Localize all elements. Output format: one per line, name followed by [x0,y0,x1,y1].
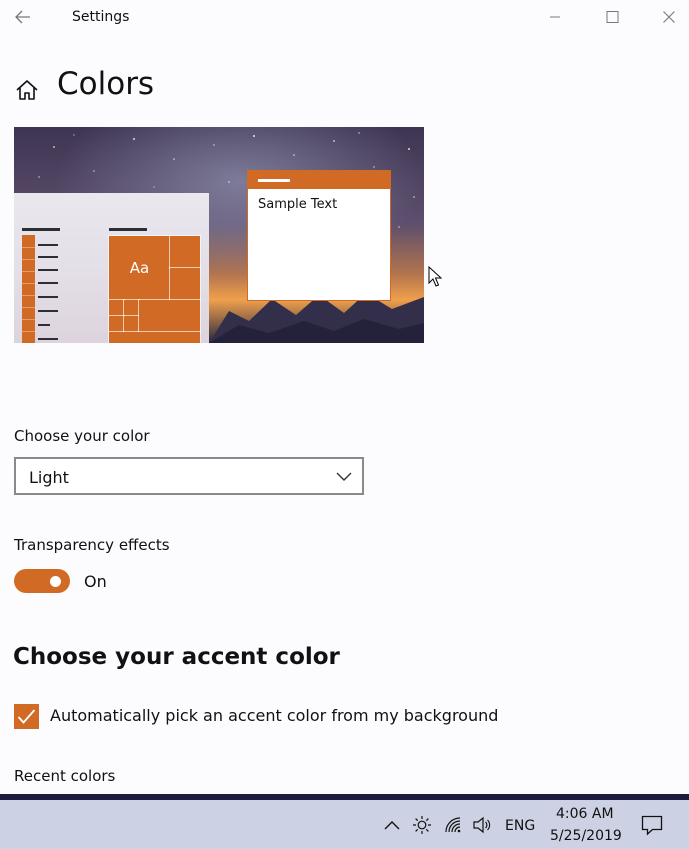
toggle-knob [50,576,61,587]
language-indicator[interactable]: ENG [505,818,535,834]
wifi-icon[interactable] [443,815,463,835]
title-bar: Settings [0,0,689,34]
menu-line [38,338,58,340]
maximize-icon[interactable] [601,6,623,28]
menu-line [22,228,60,231]
menu-line [38,256,58,258]
color-mode-dropdown[interactable]: Light [14,457,364,495]
tile [123,299,140,317]
sample-window-titlebar [248,171,390,189]
transparency-label: Transparency effects [14,536,170,554]
recent-colors-label: Recent colors [14,767,116,785]
notification-icon[interactable] [641,814,663,836]
back-arrow-icon[interactable] [14,8,32,26]
sample-window: Sample Text [247,170,391,301]
taskbar: ENG 4:06 AM 5/25/2019 [0,800,689,849]
tile-aa-label: Aa [129,259,150,277]
transparency-state: On [84,572,107,591]
theme-preview: Aa Sample Text [14,127,424,343]
tile [108,299,125,317]
color-mode-value: Light [29,468,69,487]
menu-line [38,324,50,326]
page-title: Colors [57,66,155,102]
chevron-down-icon [336,472,352,481]
tile [108,315,125,333]
tile [169,267,201,301]
menu-line [38,269,58,271]
clock-date[interactable]: 5/25/2019 [550,828,622,844]
chevron-up-icon[interactable] [382,815,402,835]
menu-line [38,296,58,298]
tile [123,315,140,333]
accent-strip [22,235,35,343]
clock-time[interactable]: 4:06 AM [556,806,614,822]
window-title: Settings [72,9,130,25]
choose-color-label: Choose your color [14,427,150,445]
tile [138,299,201,333]
accent-section-title: Choose your accent color [13,644,340,670]
brightness-icon[interactable] [412,815,432,835]
sample-window-title-line [258,179,290,182]
sample-text: Sample Text [258,197,338,212]
tile-aa: Aa [108,235,171,301]
auto-accent-label[interactable]: Automatically pick an accent color from … [50,706,498,725]
menu-line [38,244,58,246]
volume-icon[interactable] [472,815,492,835]
menu-line [38,310,58,312]
minimize-icon[interactable] [544,6,566,28]
close-icon[interactable] [658,6,680,28]
auto-accent-checkbox[interactable] [14,704,39,729]
start-menu-preview: Aa [14,193,209,343]
menu-line [38,282,58,284]
home-icon[interactable] [14,78,40,102]
menu-line [109,228,147,231]
tile [108,331,201,343]
mouse-cursor-icon [428,266,442,287]
tile [169,235,201,269]
transparency-toggle[interactable] [14,569,70,593]
checkmark-icon [17,709,36,724]
